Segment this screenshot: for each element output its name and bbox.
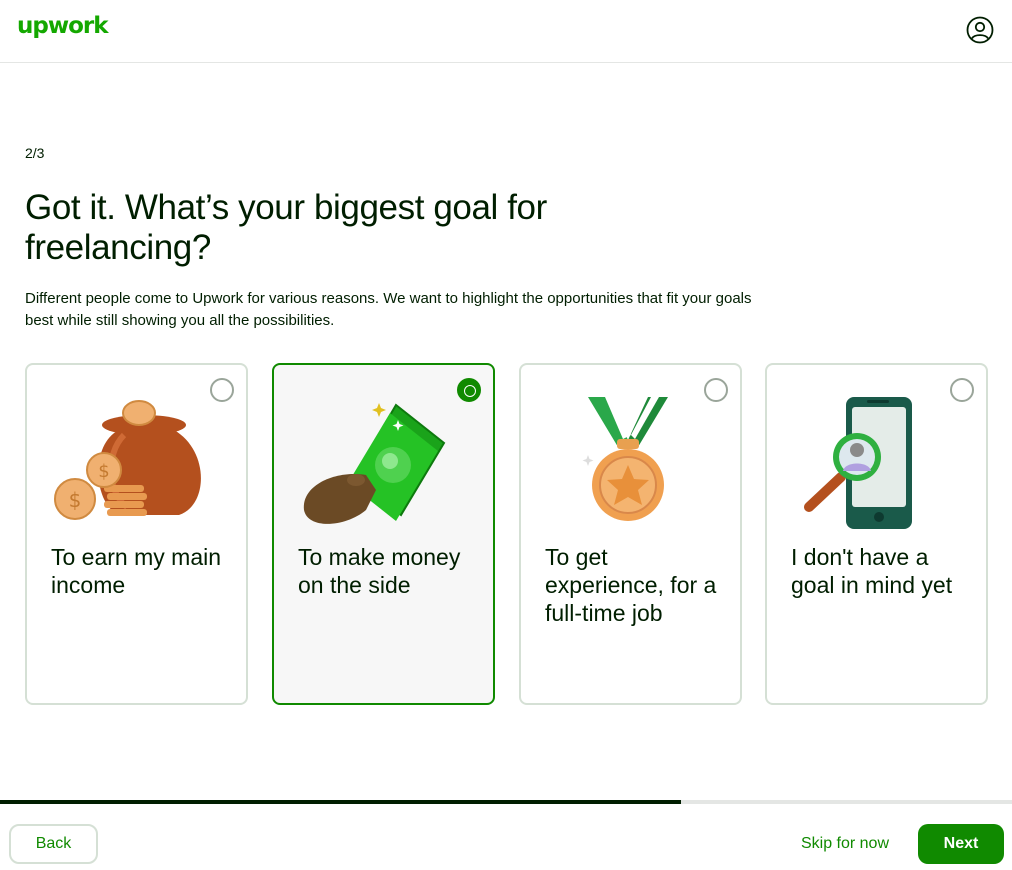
goal-option-main-income[interactable]: $ $ To earn my main income [25,363,248,705]
goal-option-label: I don't have a goal in mind yet [791,544,953,598]
goal-option-experience[interactable]: To get experience, for a full-time job [519,363,742,705]
skip-button[interactable]: Skip for now [792,824,898,864]
page-title: Got it. What’s your biggest goal for fre… [25,188,547,267]
progress-bar-fill [0,800,682,804]
goal-option-no-goal[interactable]: I don't have a goal in mind yet [765,363,988,705]
upwork-logo[interactable]: upwork [17,13,109,39]
coin-bag-icon: $ $ [54,400,201,520]
svg-text:$: $ [69,488,82,512]
svg-text:$: $ [98,461,109,482]
cash-in-hand-icon [303,403,446,524]
progress-bar [0,800,1012,804]
back-button[interactable]: Back [9,824,98,864]
next-button[interactable]: Next [918,824,1004,864]
top-bar: upwork [0,0,1012,63]
page-subtitle: Different people come to Upwork for vari… [25,290,752,329]
goal-option-label: To get experience, for a full-time job [545,544,717,626]
goal-option-label: To earn my main income [51,544,222,598]
goal-option-side-money[interactable]: To make money on the side [272,363,495,705]
goal-option-label: To make money on the side [298,544,461,598]
phone-magnifier-icon [804,397,912,529]
medal-icon [582,397,668,521]
user-circle-icon[interactable] [966,16,994,44]
step-indicator: 2/3 [25,145,45,161]
